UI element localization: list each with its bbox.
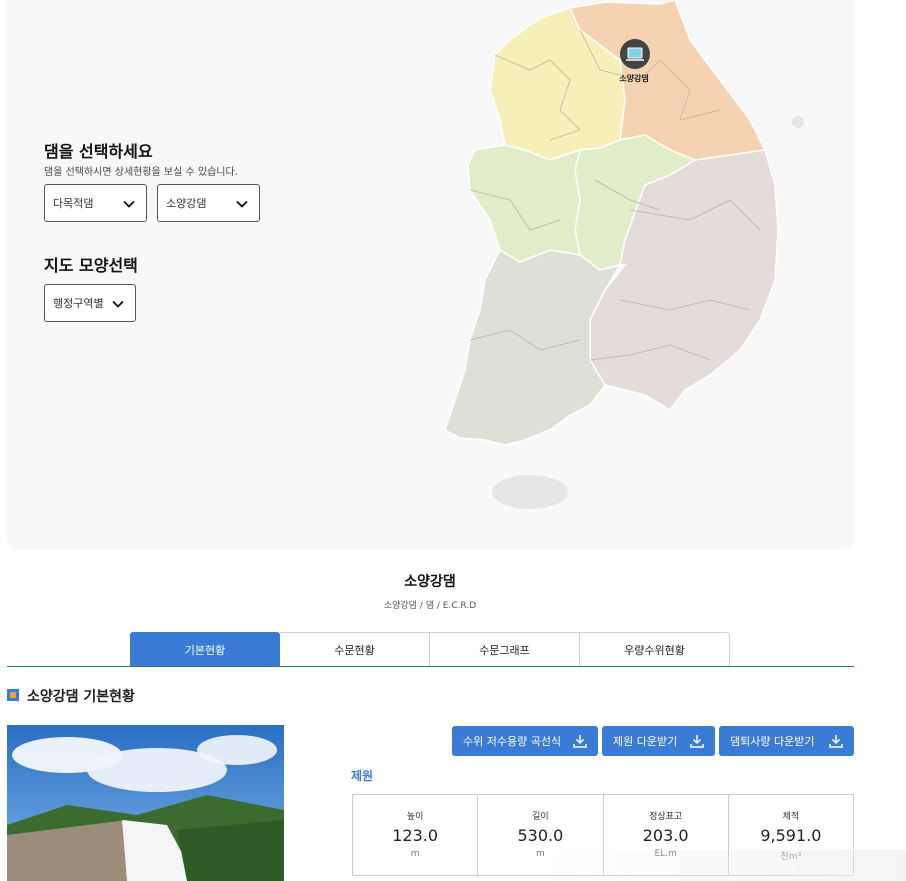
dam-name-select[interactable]: 소양강댐 [157,184,260,222]
spec-cell-height: 높이 123.0 m [353,795,479,875]
map-shape-title: 지도 모양선택 [44,256,138,275]
chevron-down-icon [123,200,135,208]
map-shape-value: 행정구역별 [53,297,104,310]
spec-name: 정상표고 [649,812,683,822]
ulleungdo-island [792,116,804,128]
tab-basic-status[interactable]: 기본현황 [130,632,280,667]
map-shape-select[interactable]: 행정구역별 [44,284,136,322]
dam-breadcrumb: 소양강댐 / 댐 / E.C.R.D [383,601,477,611]
spec-unit: EL.m [654,849,677,859]
info-tabs: 기본현황 수문현황 수문그래프 우량수위현황 [130,632,730,667]
chevron-down-icon [112,300,124,308]
jeju-island[interactable] [492,475,568,509]
dam-select-subtitle: 댐을 선택하시면 상세현황을 보실 수 있습니다. [44,167,238,178]
spec-label: 제원 [351,769,374,783]
dam-title: 소양강댐 [404,574,456,590]
spec-name: 높이 [406,812,424,822]
dam-marker-label: 소양강댐 [619,73,648,83]
spec-cell-length: 길이 530.0 m [478,795,604,875]
spec-name: 체적 [782,812,800,822]
spec-value: 203.0 [642,826,689,845]
dam-select-title: 댐을 선택하세요 [44,142,153,161]
curve-download-button[interactable]: 수위 저수용량 곡선식 [452,726,598,756]
spec-unit: 천m³ [780,852,802,862]
spec-value: 9,591.0 [760,826,822,845]
download-icon [690,735,704,748]
section-title: 소양강댐 기본현황 [27,689,135,705]
sediment-download-button[interactable]: 댐퇴사량 다운받기 [719,726,854,756]
spec-cell-crest-elevation: 정상표고 203.0 EL.m [604,795,729,875]
spec-download-label: 제원 다운받기 [613,735,678,748]
spec-unit: m [410,849,420,859]
map-region-chungnam[interactable] [467,144,582,263]
spec-unit: m [535,849,545,859]
dam-type-select[interactable]: 다목적댐 [44,184,147,222]
tab-divider [7,666,854,667]
section-bullet-icon [7,689,19,701]
dam-marker[interactable] [620,39,650,69]
dam-type-value: 다목적댐 [53,197,94,210]
korea-map[interactable]: 소양강댐 [430,0,830,520]
tab-gate-graph[interactable]: 수문그래프 [430,632,580,667]
tab-gate-status[interactable]: 수문현황 [280,632,430,667]
sediment-download-label: 댐퇴사량 다운받기 [730,735,815,748]
spec-name: 길이 [532,812,549,822]
download-icon [829,735,843,748]
spec-value: 123.0 [392,826,439,845]
tab-rainfall-level[interactable]: 우량수위현황 [580,632,730,667]
chevron-down-icon [236,200,248,208]
download-icon [573,735,587,748]
curve-download-label: 수위 저수용량 곡선식 [463,735,562,748]
dam-photo [7,725,284,881]
spec-download-button[interactable]: 제원 다운받기 [602,726,715,756]
dam-name-value: 소양강댐 [166,197,207,210]
spec-table: 높이 123.0 m 길이 530.0 m 정상표고 203.0 EL.m 체적… [352,794,854,876]
spec-cell-volume: 체적 9,591.0 천m³ [729,795,853,875]
spec-value: 530.0 [517,826,564,845]
